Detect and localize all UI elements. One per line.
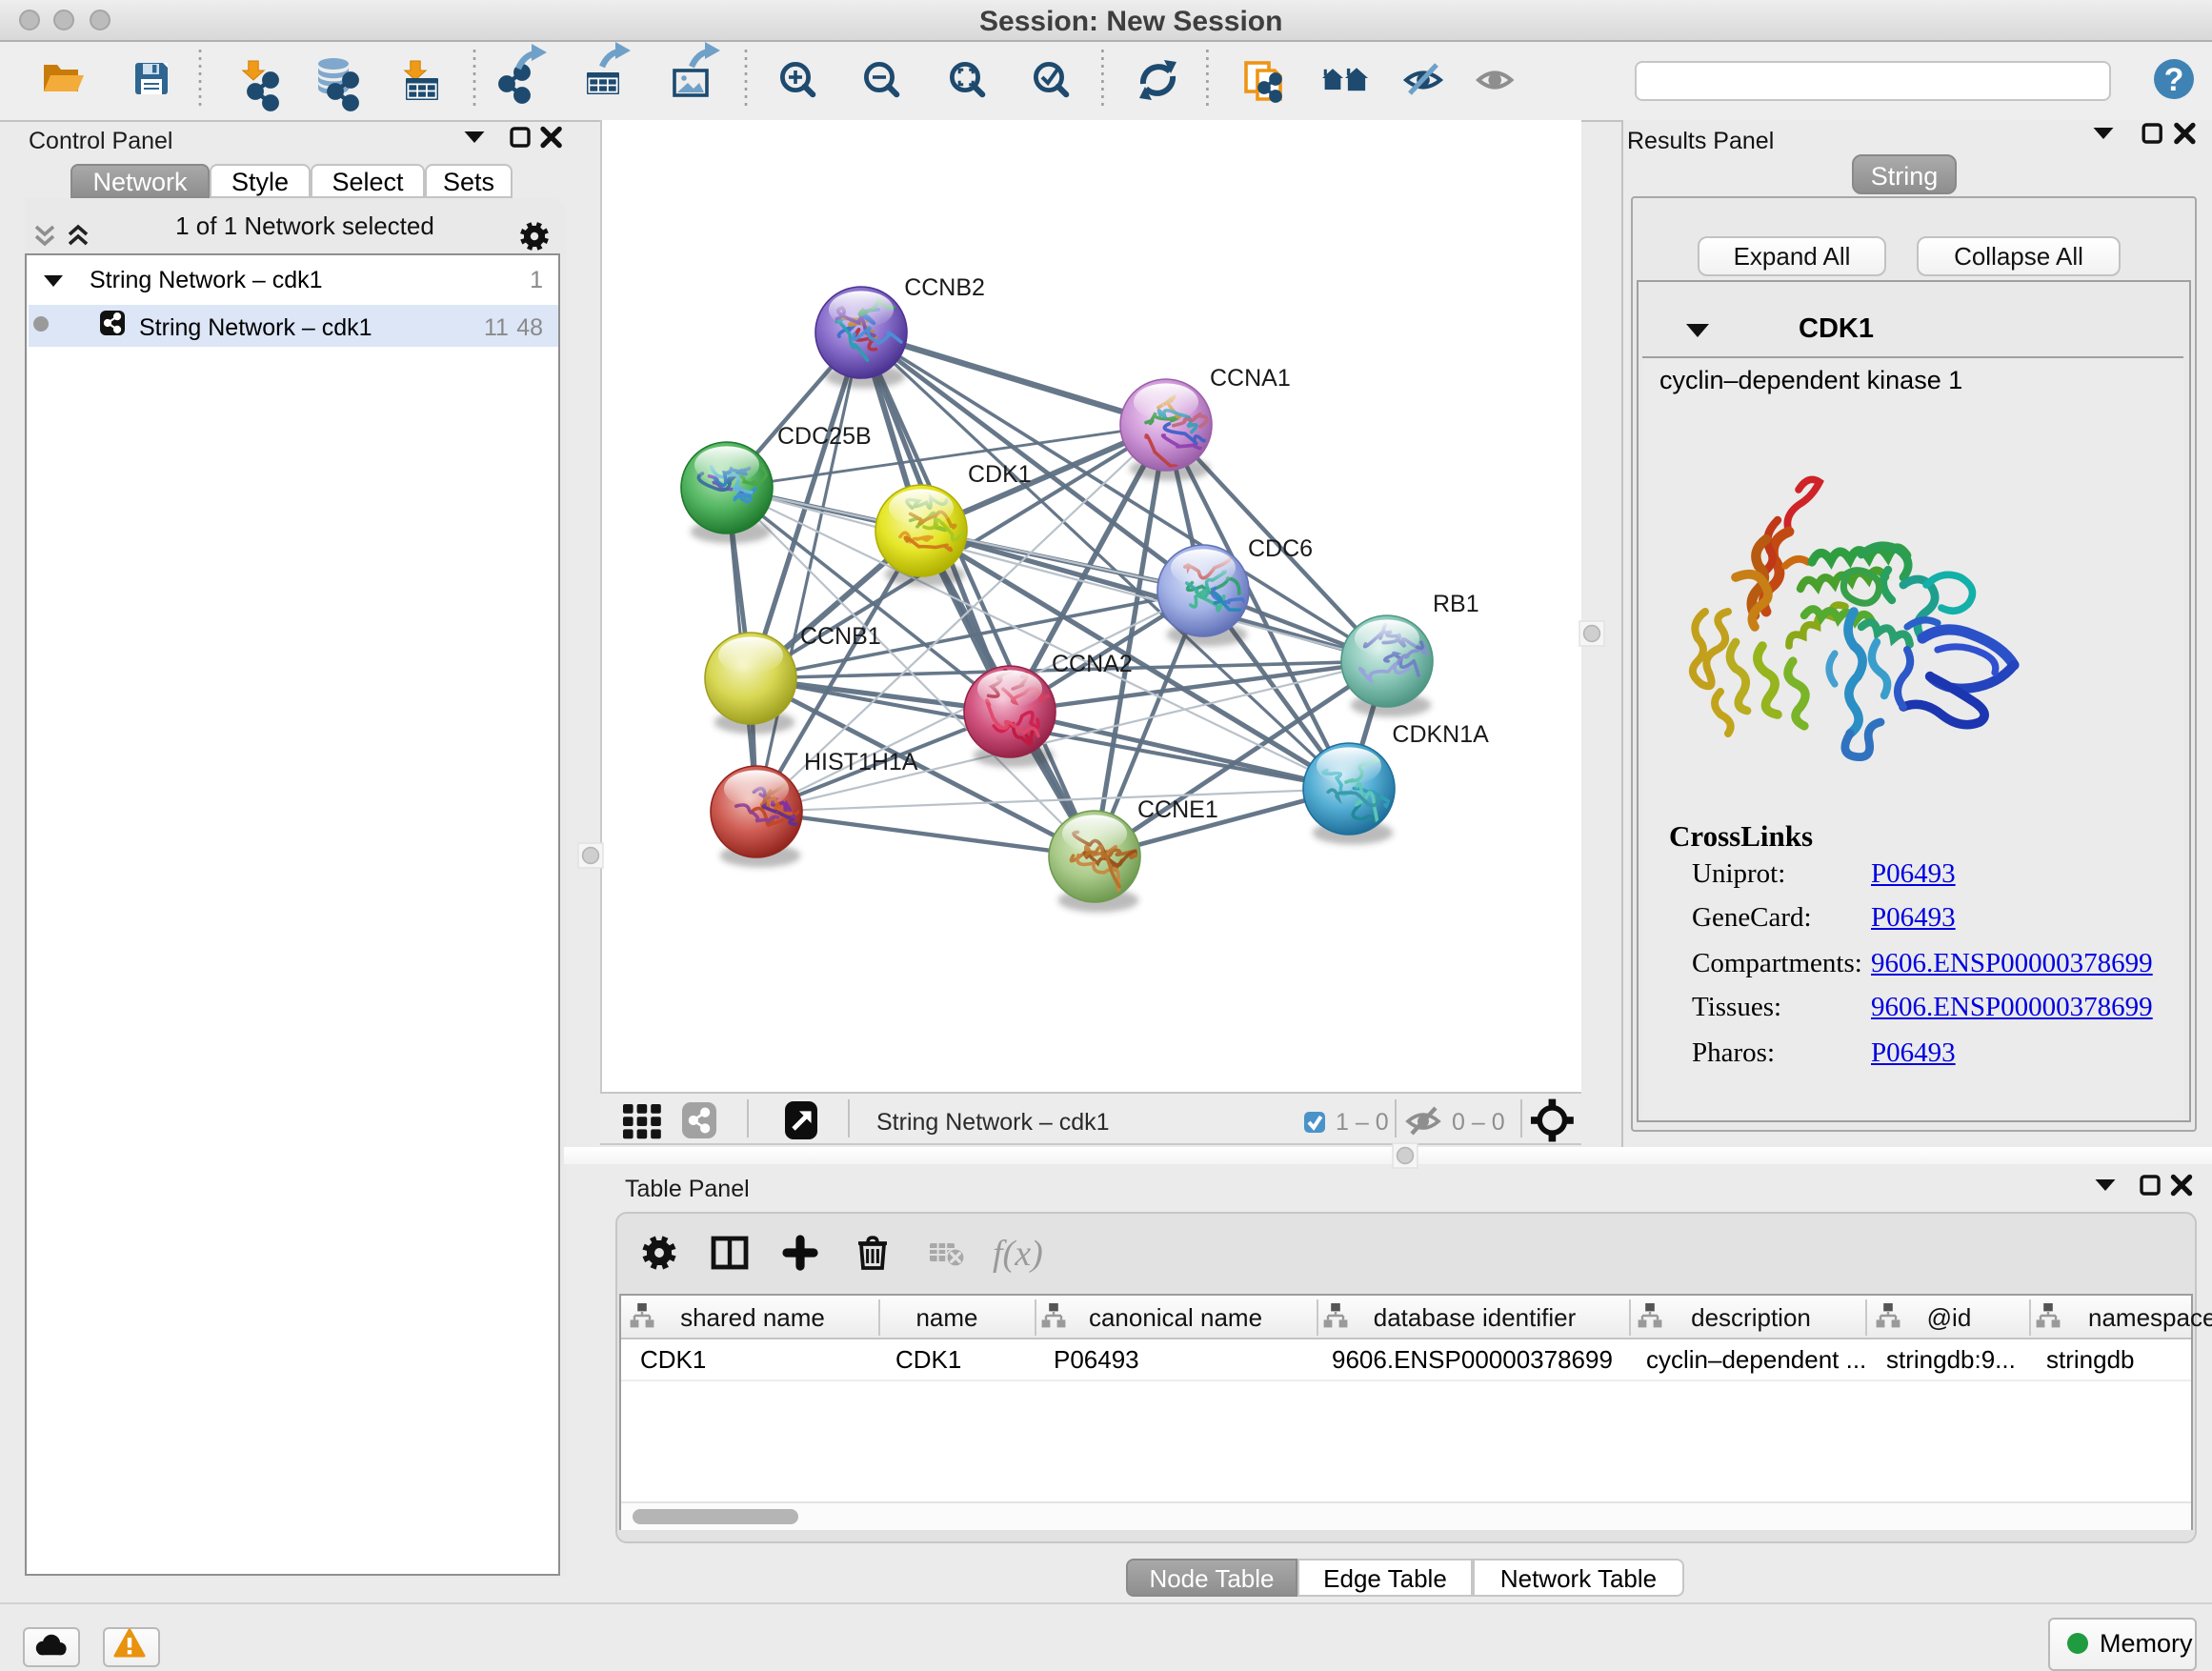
svg-text:?: ?	[2164, 62, 2184, 98]
svg-text:CDK1: CDK1	[968, 461, 1032, 488]
svg-text:CCNB2: CCNB2	[904, 274, 985, 301]
svg-text:CCNA2: CCNA2	[1052, 651, 1133, 677]
svg-text:RB1: RB1	[1433, 591, 1479, 617]
svg-text:HIST1H1A: HIST1H1A	[804, 749, 918, 775]
svg-text:CDC6: CDC6	[1248, 535, 1313, 562]
svg-text:CCNB1: CCNB1	[800, 623, 881, 650]
svg-text:CCNE1: CCNE1	[1137, 796, 1218, 823]
svg-text:CDKN1A: CDKN1A	[1392, 721, 1489, 748]
svg-text:CDC25B: CDC25B	[777, 423, 872, 450]
svg-text:CCNA1: CCNA1	[1210, 365, 1291, 392]
